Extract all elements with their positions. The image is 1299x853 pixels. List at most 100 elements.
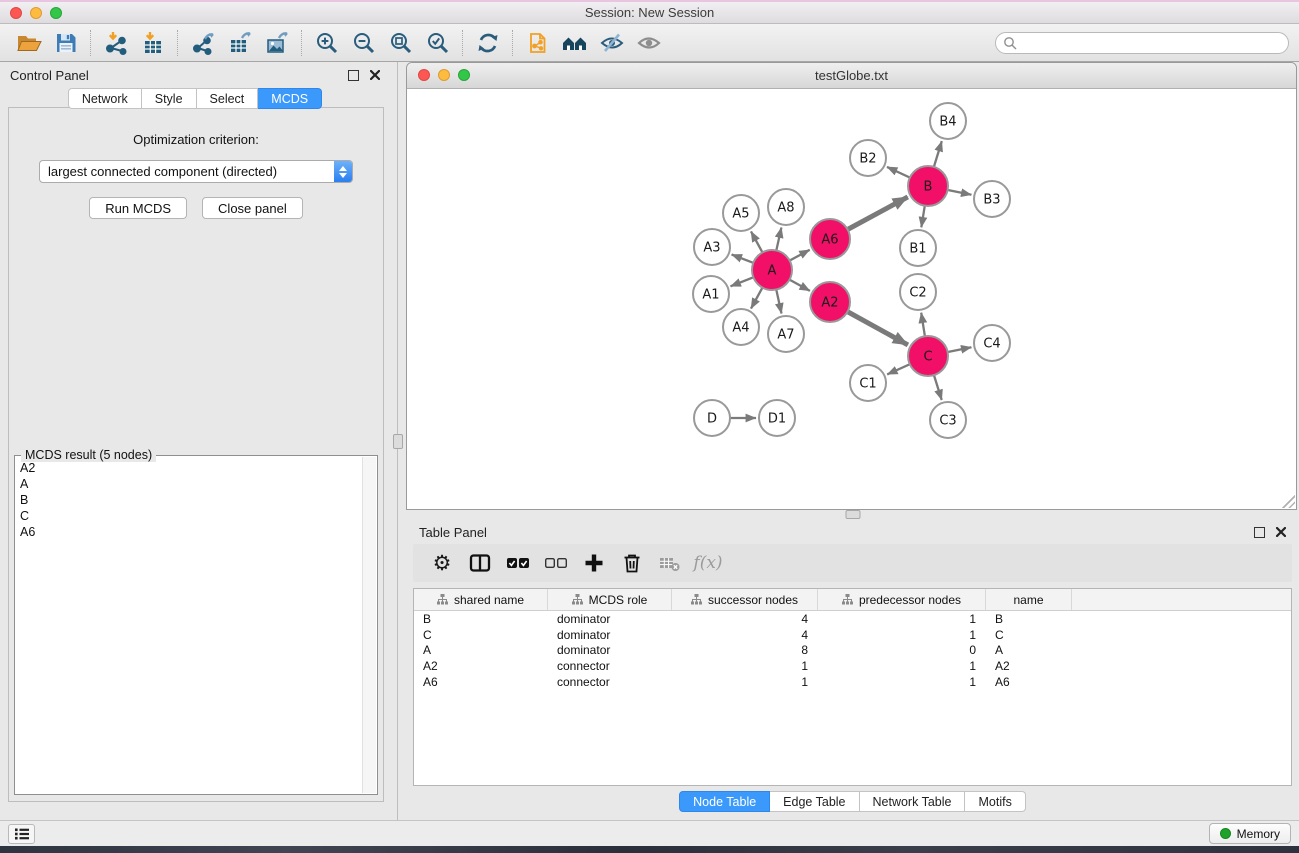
float-panel-icon[interactable] xyxy=(348,70,359,81)
graph-node-B[interactable]: B xyxy=(908,166,948,206)
graph-node-A[interactable]: A xyxy=(752,250,792,290)
network-graph[interactable]: B4B2BB3A8A5A6A3B1AC2A1A2A4A7C4CC1C3DD1 xyxy=(407,89,1298,509)
zoom-out-button[interactable] xyxy=(345,28,382,58)
tab-motifs[interactable]: Motifs xyxy=(965,791,1025,812)
table-settings-button[interactable]: ⚙ xyxy=(423,547,461,579)
result-scrollbar[interactable] xyxy=(362,457,376,793)
network-close-button[interactable] xyxy=(418,69,430,81)
table-row[interactable]: Bdominator41B xyxy=(414,611,1291,627)
graph-node-A6[interactable]: A6 xyxy=(810,219,850,259)
horizontal-split-divider[interactable] xyxy=(406,510,1299,520)
graph-node-B2[interactable]: B2 xyxy=(850,140,886,176)
table-row[interactable]: A6connector11A6 xyxy=(414,674,1291,690)
divider-grip-icon[interactable] xyxy=(845,510,860,519)
table-cell[interactable]: dominator xyxy=(548,612,672,626)
task-history-button[interactable] xyxy=(8,824,35,844)
column-header-successor-nodes[interactable]: successor nodes xyxy=(672,589,818,610)
mcds-result-item[interactable]: B xyxy=(20,492,362,508)
divider-grip-icon[interactable] xyxy=(393,434,403,449)
export-table-button[interactable] xyxy=(221,28,258,58)
table-cell[interactable]: C xyxy=(414,628,548,642)
import-table-button[interactable] xyxy=(134,28,171,58)
zoom-in-button[interactable] xyxy=(308,28,345,58)
tab-select[interactable]: Select xyxy=(197,88,259,109)
delete-row-button[interactable] xyxy=(613,547,651,579)
add-row-button[interactable] xyxy=(575,547,613,579)
table-cell[interactable]: 8 xyxy=(672,643,818,657)
graph-node-A4[interactable]: A4 xyxy=(723,309,759,345)
column-header-MCDS-role[interactable]: MCDS role xyxy=(548,589,672,610)
table-cell[interactable]: dominator xyxy=(548,643,672,657)
close-window-button[interactable] xyxy=(10,7,22,19)
zoom-window-button[interactable] xyxy=(50,7,62,19)
graph-node-A8[interactable]: A8 xyxy=(768,189,804,225)
table-cell[interactable]: A xyxy=(414,643,548,657)
column-header-shared-name[interactable]: shared name xyxy=(414,589,548,610)
table-cell[interactable]: 1 xyxy=(818,675,986,689)
mcds-result-item[interactable]: C xyxy=(20,508,362,524)
mcds-result-item[interactable]: A6 xyxy=(20,524,362,540)
tab-edge-table[interactable]: Edge Table xyxy=(770,791,859,812)
network-minimize-button[interactable] xyxy=(438,69,450,81)
graph-node-A3[interactable]: A3 xyxy=(694,229,730,265)
table-cell[interactable]: A6 xyxy=(986,675,1072,689)
table-cell[interactable]: connector xyxy=(548,659,672,673)
graph-node-B3[interactable]: B3 xyxy=(974,181,1010,217)
mcds-result-item[interactable]: A2 xyxy=(20,460,362,476)
column-header-predecessor-nodes[interactable]: predecessor nodes xyxy=(818,589,986,610)
graph-node-C4[interactable]: C4 xyxy=(974,325,1010,361)
vertical-split-divider[interactable] xyxy=(390,62,406,820)
mcds-result-item[interactable]: A xyxy=(20,476,362,492)
function-builder-button[interactable]: f(x) xyxy=(689,547,727,579)
graph-node-C3[interactable]: C3 xyxy=(930,402,966,438)
refresh-button[interactable] xyxy=(469,28,506,58)
show-all-button[interactable] xyxy=(630,28,667,58)
graph-node-B1[interactable]: B1 xyxy=(900,230,936,266)
minimize-window-button[interactable] xyxy=(30,7,42,19)
graph-node-C2[interactable]: C2 xyxy=(900,274,936,310)
table-row[interactable]: Adominator80A xyxy=(414,642,1291,658)
table-cell[interactable]: 4 xyxy=(672,612,818,626)
split-panel-button[interactable] xyxy=(461,547,499,579)
run-mcds-button[interactable]: Run MCDS xyxy=(89,197,187,219)
table-row[interactable]: A2connector11A2 xyxy=(414,658,1291,674)
new-network-from-selection-button[interactable] xyxy=(519,28,556,58)
network-canvas[interactable]: B4B2BB3A8A5A6A3B1AC2A1A2A4A7C4CC1C3DD1 xyxy=(407,89,1296,509)
table-cell[interactable]: 1 xyxy=(818,659,986,673)
first-neighbors-button[interactable] xyxy=(556,28,593,58)
tab-network[interactable]: Network xyxy=(68,88,142,109)
close-panel-button[interactable]: Close panel xyxy=(202,197,303,219)
zoom-selected-button[interactable] xyxy=(419,28,456,58)
graph-node-A7[interactable]: A7 xyxy=(768,316,804,352)
tab-node-table[interactable]: Node Table xyxy=(679,791,770,812)
zoom-fit-button[interactable] xyxy=(382,28,419,58)
float-panel-icon[interactable] xyxy=(1254,527,1265,538)
table-cell[interactable]: 1 xyxy=(818,628,986,642)
graph-node-B4[interactable]: B4 xyxy=(930,103,966,139)
delete-table-button[interactable] xyxy=(651,547,689,579)
graph-node-C[interactable]: C xyxy=(908,336,948,376)
export-network-button[interactable] xyxy=(184,28,221,58)
close-panel-icon[interactable] xyxy=(370,70,380,80)
table-cell[interactable]: B xyxy=(414,612,548,626)
memory-button[interactable]: Memory xyxy=(1209,823,1291,844)
graph-node-A2[interactable]: A2 xyxy=(810,282,850,322)
close-panel-icon[interactable] xyxy=(1276,527,1286,537)
table-cell[interactable]: 0 xyxy=(818,643,986,657)
table-cell[interactable]: 1 xyxy=(818,612,986,626)
table-cell[interactable]: A6 xyxy=(414,675,548,689)
table-cell[interactable]: connector xyxy=(548,675,672,689)
table-cell[interactable]: 1 xyxy=(672,659,818,673)
export-image-button[interactable] xyxy=(258,28,295,58)
table-cell[interactable]: dominator xyxy=(548,628,672,642)
import-network-button[interactable] xyxy=(97,28,134,58)
table-cell[interactable]: B xyxy=(986,612,1072,626)
hide-selected-button[interactable] xyxy=(593,28,630,58)
table-cell[interactable]: A xyxy=(986,643,1072,657)
tab-network-table[interactable]: Network Table xyxy=(860,791,966,812)
table-cell[interactable]: A2 xyxy=(986,659,1072,673)
graph-node-A5[interactable]: A5 xyxy=(723,195,759,231)
graph-node-A1[interactable]: A1 xyxy=(693,276,729,312)
column-header-name[interactable]: name xyxy=(986,589,1072,610)
network-zoom-button[interactable] xyxy=(458,69,470,81)
